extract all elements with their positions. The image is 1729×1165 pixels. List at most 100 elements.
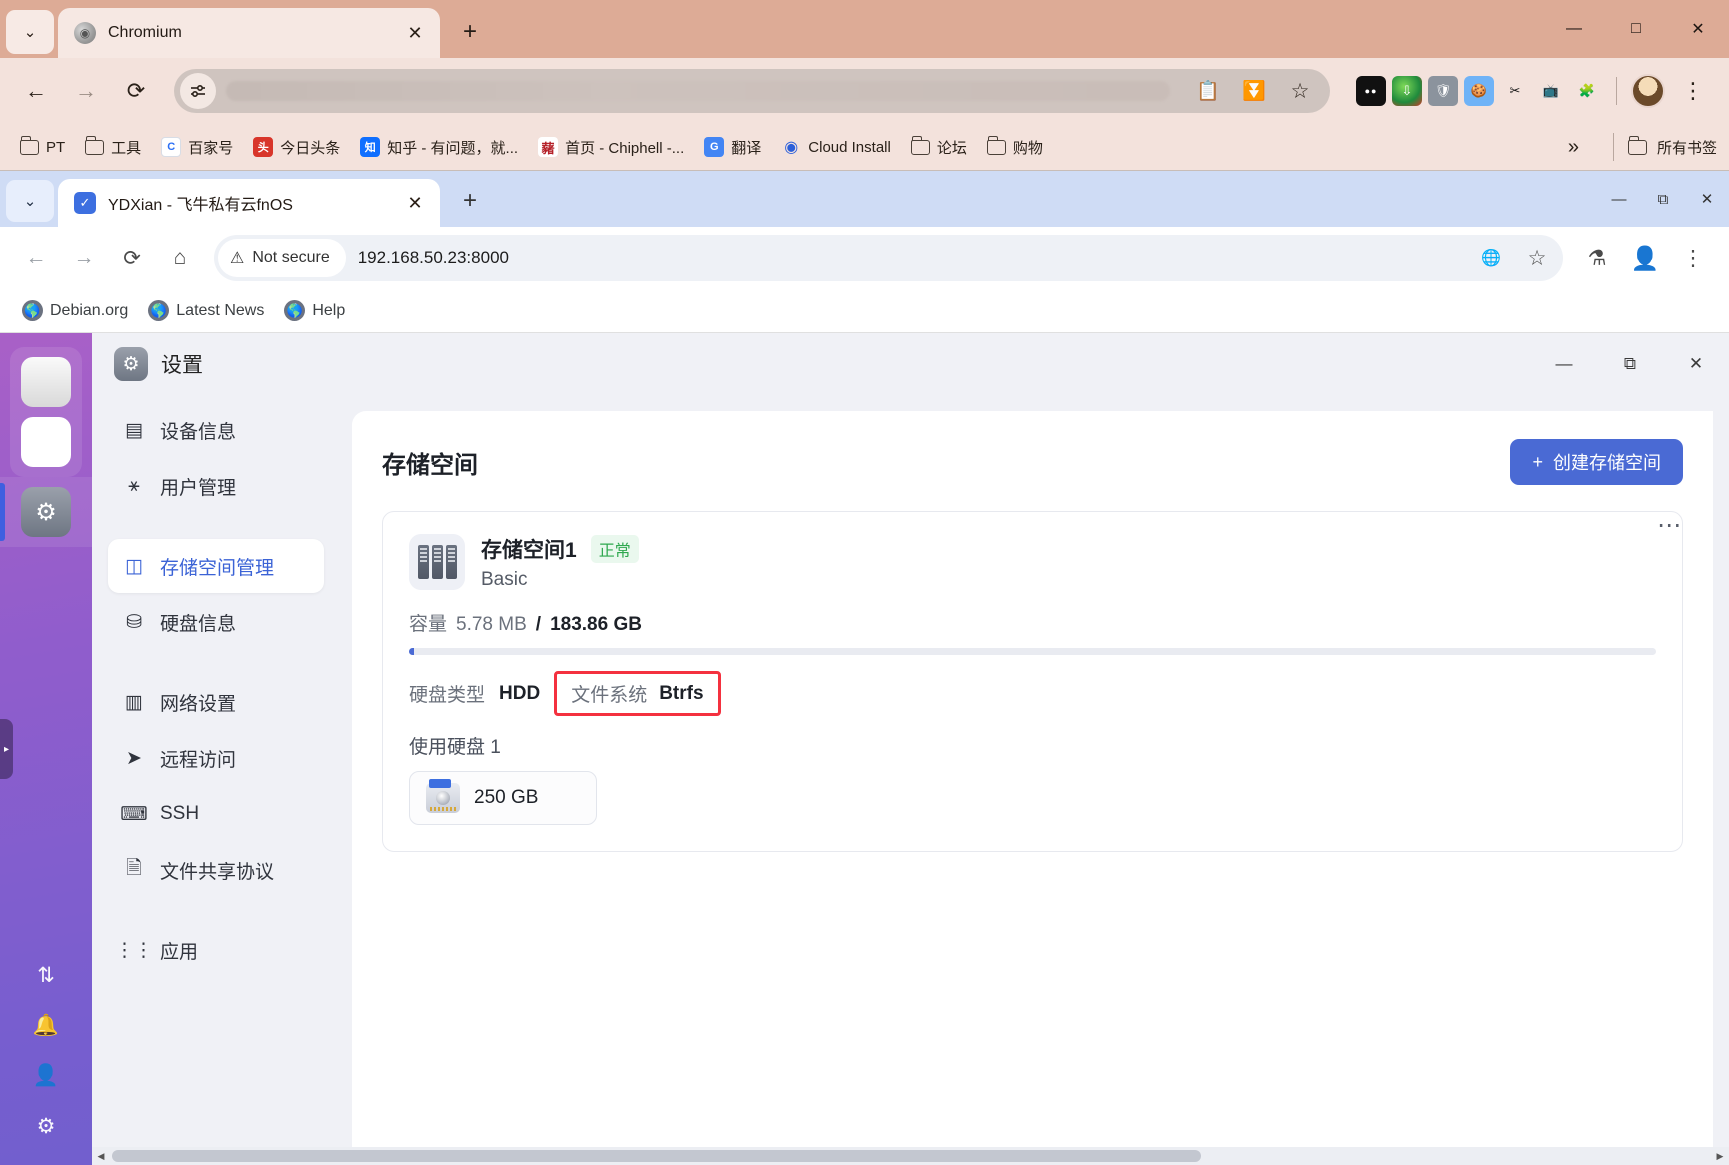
scroll-right-arrow-icon[interactable]: ▶ — [1711, 1151, 1729, 1162]
bookmark-item[interactable]: 工具 — [77, 132, 149, 163]
sniffer-extension-icon[interactable]: ✂ — [1500, 76, 1530, 106]
clipboard-icon[interactable]: 📋 — [1186, 69, 1230, 113]
close-button[interactable]: ✕ — [1663, 333, 1729, 395]
plus-icon: + — [1532, 451, 1543, 472]
idm-extension-icon[interactable]: ⇩ — [1392, 76, 1422, 106]
close-button[interactable]: ✕ — [1667, 0, 1729, 58]
restore-button[interactable]: ⧉ — [1641, 171, 1685, 227]
sidebar-drag-handle[interactable]: ▸ — [0, 719, 13, 779]
sidebar-item-applications[interactable]: ⋮⋮ 应用 — [108, 923, 324, 977]
sidebar-item-storage-management[interactable]: ◫ 存储空间管理 — [108, 539, 324, 593]
scroll-left-arrow-icon[interactable]: ◀ — [92, 1151, 110, 1162]
extensions-puzzle-icon[interactable]: 🧩 — [1572, 76, 1602, 106]
bookmark-item[interactable]: 藸 首页 - Chiphell -... — [530, 132, 692, 163]
storage-management-icon: ◫ — [125, 555, 143, 577]
dock-item-settings[interactable]: ⚙ — [0, 477, 92, 547]
bilibili-extension-icon[interactable]: 📺 — [1536, 76, 1566, 106]
bookmark-star-icon[interactable]: ☆ — [1278, 69, 1322, 113]
bookmark-item[interactable]: C 百家号 — [153, 132, 241, 163]
bookmark-star-icon[interactable]: ☆ — [1515, 236, 1559, 280]
sidebar-item-device-info[interactable]: ▤ 设备信息 — [108, 403, 324, 457]
sidebar-item-label: 用户管理 — [160, 477, 237, 499]
tab-close-icon[interactable]: ✕ — [402, 20, 428, 46]
address-bar[interactable]: 📋 ⏬ ☆ — [174, 69, 1330, 113]
security-status-chip[interactable]: ⚠ Not secure — [218, 239, 346, 277]
sidebar-item-ssh[interactable]: ⌨ SSH — [108, 787, 324, 841]
page-title: 存储空间 — [382, 451, 478, 479]
page-horizontal-scrollbar[interactable]: ◀ ▶ — [92, 1147, 1729, 1165]
forward-icon[interactable]: → — [64, 69, 108, 113]
disk-chip[interactable]: 250 GB — [409, 771, 597, 825]
new-tab-button[interactable]: + — [450, 181, 490, 221]
sidebar-item-remote-access[interactable]: ➤ 远程访问 — [108, 731, 324, 785]
back-icon[interactable]: ← — [14, 236, 58, 280]
bookmarks-overflow-icon[interactable]: » — [1568, 136, 1579, 159]
profile-avatar[interactable] — [1631, 74, 1665, 108]
create-storage-space-button[interactable]: + 创建存储空间 — [1510, 439, 1683, 485]
desktop-icon[interactable] — [21, 357, 71, 407]
bookmark-label: 工具 — [111, 139, 142, 157]
scrollbar-track[interactable] — [110, 1150, 1711, 1162]
labs-flask-icon[interactable]: ⚗ — [1575, 236, 1619, 280]
browser-menu-icon[interactable]: ⋮ — [1671, 236, 1715, 280]
sidebar-item-user-management[interactable]: ⚹ 用户管理 — [108, 459, 324, 513]
bookmark-item[interactable]: 🌎 Help — [276, 295, 353, 326]
bookmark-item[interactable]: ◉ Cloud Install — [773, 132, 899, 162]
home-icon[interactable]: ⌂ — [158, 236, 202, 280]
scrollbar-thumb[interactable] — [112, 1150, 1201, 1162]
close-button[interactable]: ✕ — [1685, 171, 1729, 227]
maximize-button[interactable]: □ — [1605, 0, 1667, 58]
bookmark-item[interactable]: 🌎 Debian.org — [14, 295, 136, 326]
minimize-button[interactable]: — — [1597, 171, 1641, 227]
chromium-favicon-icon: ◉ — [74, 22, 96, 44]
forward-icon[interactable]: → — [62, 236, 106, 280]
bookmark-item[interactable]: 头 今日头条 — [245, 132, 348, 163]
storage-space-name: 存储空间1 — [481, 539, 577, 562]
fnos-dock: ⚙ ⇅ 🔔 👤 ⚙ ▸ — [0, 333, 92, 1165]
bookmark-item[interactable]: 购物 — [979, 132, 1051, 163]
new-tab-button[interactable]: + — [450, 12, 490, 52]
tab-close-icon[interactable]: ✕ — [402, 190, 428, 216]
network-status-icon[interactable]: ⇅ — [37, 963, 55, 988]
storage-space-more-menu[interactable]: ⋯ — [1657, 511, 1683, 540]
outer-browser-tab[interactable]: ◉ Chromium ✕ — [58, 8, 440, 58]
sidebar-item-disk-info[interactable]: ⛁ 硬盘信息 — [108, 595, 324, 649]
minimize-button[interactable]: — — [1531, 333, 1597, 395]
restore-button[interactable]: ⧉ — [1597, 333, 1663, 395]
globe-icon: 🌎 — [148, 300, 170, 321]
install-page-icon[interactable]: ⏬ — [1232, 69, 1276, 113]
browser-menu-icon[interactable]: ⋮ — [1671, 69, 1715, 113]
bookmark-item[interactable]: G 翻译 — [696, 132, 769, 163]
settings-body: ▤ 设备信息 ⚹ 用户管理 ◫ 存储空间管理 ⛁ 硬盘信息 ▥ 网络设置 ➤ 远… — [92, 395, 1729, 1153]
sidebar-item-file-sharing[interactable]: 🗎 文件共享协议 — [108, 843, 324, 897]
app-launcher-icon[interactable] — [21, 417, 71, 467]
storage-space-card[interactable]: ⋯ 存储空间1 正常 Basic 容量 5.78 MB / 183.86 GB … — [382, 511, 1683, 852]
reload-icon[interactable]: ⟳ — [114, 69, 158, 113]
settings-gear-icon[interactable]: ⚙ — [37, 1114, 56, 1139]
bookmark-label: 知乎 - 有问题，就... — [387, 139, 519, 157]
cookie-editor-extension-icon[interactable]: 🍪 — [1464, 76, 1494, 106]
bookmark-item[interactable]: 知 知乎 - 有问题，就... — [352, 132, 526, 163]
translate-page-icon[interactable]: 🌐 — [1469, 236, 1513, 280]
inner-browser-tab[interactable]: ✓ YDXian - 飞牛私有云fnOS ✕ — [58, 179, 440, 227]
bookmark-item[interactable]: PT — [12, 134, 73, 161]
bookmark-item[interactable]: 🌎 Latest News — [140, 295, 272, 326]
site-settings-icon[interactable] — [180, 73, 216, 109]
reload-icon[interactable]: ⟳ — [110, 236, 154, 280]
sidebar-item-label: 网络设置 — [160, 693, 237, 715]
back-icon[interactable]: ← — [14, 69, 58, 113]
sidebar-item-network-settings[interactable]: ▥ 网络设置 — [108, 675, 324, 729]
panel-header: 存储空间 + 创建存储空间 — [382, 439, 1683, 485]
inner-tab-search-button[interactable]: ⌄ — [6, 180, 54, 222]
profile-icon[interactable]: 👤 — [1623, 236, 1667, 280]
user-account-icon[interactable]: 👤 — [33, 1064, 59, 1088]
kuwo-extension-icon[interactable]: ●● — [1356, 76, 1386, 106]
notification-bell-icon[interactable]: 🔔 — [33, 1014, 59, 1038]
bookmark-label: 购物 — [1012, 139, 1043, 157]
bitwarden-extension-icon[interactable]: 🛡 — [1428, 76, 1458, 106]
address-bar[interactable]: ⚠ Not secure 192.168.50.23:8000 🌐 ☆ — [214, 235, 1563, 281]
bookmark-item[interactable]: 论坛 — [903, 132, 975, 163]
tab-search-button[interactable]: ⌄ — [6, 10, 54, 54]
minimize-button[interactable]: — — [1543, 0, 1605, 58]
all-bookmarks-button[interactable]: 所有书签 — [1609, 133, 1717, 161]
